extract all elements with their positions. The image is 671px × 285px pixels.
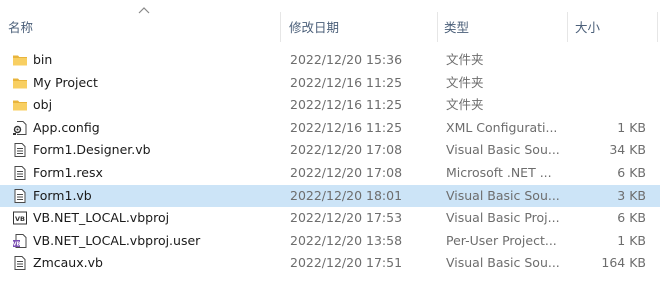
column-header-bar: 名称 修改日期 类型 大小 <box>0 0 671 44</box>
column-header-name[interactable]: 名称 <box>8 17 276 39</box>
file-size: 34 KB <box>609 142 646 158</box>
column-header-size[interactable]: 大小 <box>575 17 655 39</box>
document-icon <box>12 255 28 271</box>
file-type: XML Configurati... <box>446 119 558 135</box>
file-row[interactable]: VB VB.NET_LOCAL.vbproj 2022/12/20 17:53 Vi… <box>0 207 660 230</box>
file-row[interactable]: VB VB.NET_LOCAL.vbproj.user 2022/12/20 13… <box>0 230 660 253</box>
file-row[interactable]: Zmcaux.vb 2022/12/20 17:51 Visual Basic So… <box>0 252 660 275</box>
file-name: Zmcaux.vb <box>33 255 103 271</box>
file-size: 6 KB <box>617 210 646 226</box>
file-size <box>570 72 646 95</box>
file-name: Form1.vb <box>33 187 92 203</box>
file-size: 1 KB <box>617 119 646 135</box>
file-type: Per-User Project... <box>446 232 557 248</box>
file-size: 6 KB <box>617 164 646 180</box>
file-type: Visual Basic Sou... <box>446 255 560 271</box>
file-size: 3 KB <box>617 187 646 203</box>
column-divider[interactable] <box>280 12 281 42</box>
file-row[interactable]: Form1.resx 2022/12/20 17:08 Microsoft .NET… <box>0 162 660 185</box>
config-file-icon <box>12 120 28 136</box>
document-icon <box>12 188 28 204</box>
folder-icon <box>12 75 28 91</box>
file-type: 文件夹 <box>446 97 484 113</box>
file-date-modified: 2022/12/20 17:08 <box>290 164 403 180</box>
file-date-modified: 2022/12/20 13:58 <box>290 232 403 248</box>
file-explorer-list: 名称 修改日期 类型 大小 bin 2022/12/20 15:36 文件夹 My … <box>0 0 671 285</box>
file-date-modified: 2022/12/20 15:36 <box>290 52 403 67</box>
column-header-date-modified[interactable]: 修改日期 <box>289 17 435 39</box>
file-name: Form1.resx <box>33 164 103 180</box>
file-size: 164 KB <box>601 255 646 271</box>
file-size: 1 KB <box>617 232 646 248</box>
svg-text:VB: VB <box>13 241 21 247</box>
file-date-modified: 2022/12/16 11:25 <box>290 74 403 90</box>
file-type: Visual Basic Proj... <box>446 210 560 226</box>
file-type: 文件夹 <box>446 74 484 90</box>
file-row[interactable]: My Project 2022/12/16 11:25 文件夹 <box>0 72 660 95</box>
file-name: bin <box>33 52 53 67</box>
file-row[interactable]: App.config 2022/12/16 11:25 XML Configurat… <box>0 117 660 140</box>
file-row[interactable]: obj 2022/12/16 11:25 文件夹 <box>0 94 660 117</box>
file-date-modified: 2022/12/16 11:25 <box>290 119 403 135</box>
file-date-modified: 2022/12/20 17:53 <box>290 210 403 226</box>
sort-ascending-icon[interactable] <box>138 6 150 14</box>
document-icon <box>12 142 28 158</box>
file-date-modified: 2022/12/20 17:51 <box>290 255 403 271</box>
column-divider[interactable] <box>567 12 568 42</box>
file-date-modified: 2022/12/20 17:08 <box>290 142 403 158</box>
user-project-icon: VB <box>12 233 28 249</box>
file-name: VB.NET_LOCAL.vbproj <box>33 210 170 226</box>
file-type: Visual Basic Sou... <box>446 142 560 158</box>
column-divider[interactable] <box>437 12 438 42</box>
file-name: Form1.Designer.vb <box>33 142 151 158</box>
file-size <box>570 49 646 72</box>
column-header-type[interactable]: 类型 <box>444 17 564 39</box>
file-type: 文件夹 <box>446 52 484 67</box>
file-date-modified: 2022/12/20 18:01 <box>290 187 403 203</box>
file-name: My Project <box>33 74 98 90</box>
file-row[interactable]: Form1.Designer.vb 2022/12/20 17:08 Visual … <box>0 139 660 162</box>
file-row[interactable]: Form1.vb 2022/12/20 18:01 Visual Basic Sou… <box>0 184 660 208</box>
file-name: App.config <box>33 119 100 135</box>
document-icon <box>12 165 28 181</box>
svg-text:VB: VB <box>15 215 25 223</box>
file-type: Microsoft .NET ... <box>446 164 552 180</box>
folder-icon <box>12 52 28 68</box>
file-date-modified: 2022/12/16 11:25 <box>290 97 403 113</box>
file-list: bin 2022/12/20 15:36 文件夹 My Project 2022/12… <box>0 49 671 275</box>
folder-icon <box>12 97 28 113</box>
vb-project-icon: VB <box>12 210 28 226</box>
file-name: VB.NET_LOCAL.vbproj.user <box>33 232 201 248</box>
file-row[interactable]: bin 2022/12/20 15:36 文件夹 <box>0 49 660 72</box>
file-name: obj <box>33 97 53 113</box>
file-size <box>570 94 646 117</box>
file-type: Visual Basic Sou... <box>446 187 560 203</box>
column-divider[interactable] <box>657 12 658 42</box>
